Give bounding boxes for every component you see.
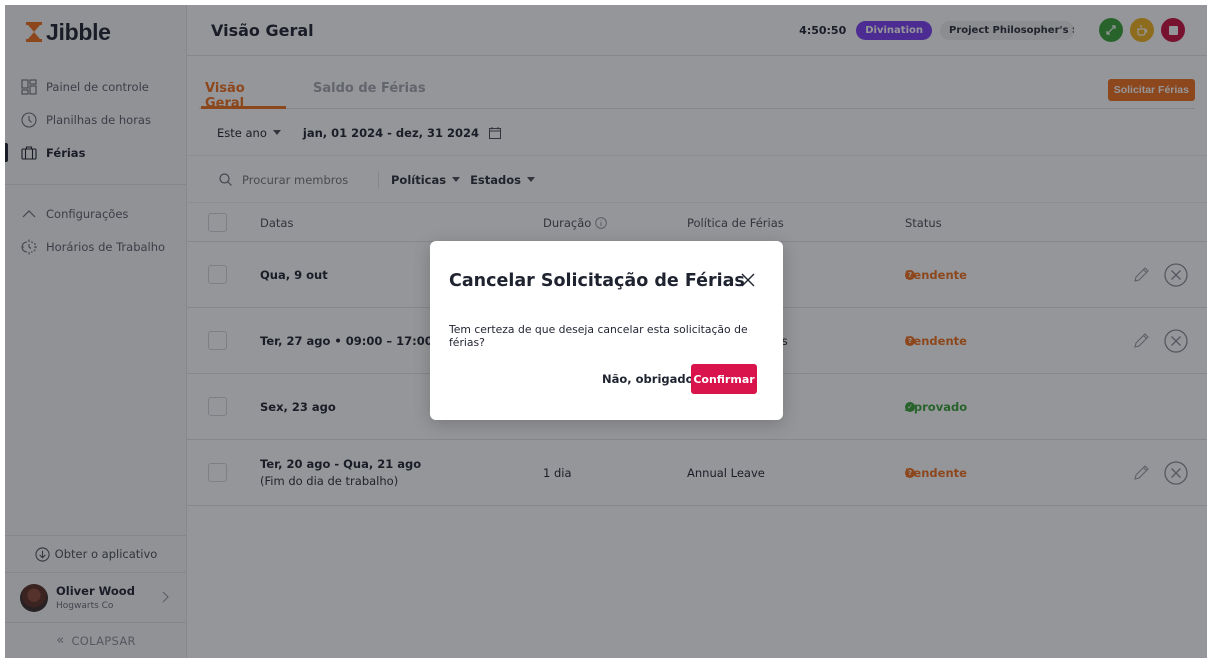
dialog-title: Cancelar Solicitação de Férias [449,271,745,291]
close-icon[interactable] [741,273,755,287]
confirm-button[interactable]: Confirmar [691,364,757,394]
dismiss-button[interactable]: Não, obrigado [596,364,700,394]
dialog-message: Tem certeza de que deseja cancelar esta … [449,323,748,349]
app-window: Jibble Painel de controle Planilhas de h… [5,5,1207,658]
cancel-request-dialog: Cancelar Solicitação de Férias Tem certe… [430,241,783,420]
